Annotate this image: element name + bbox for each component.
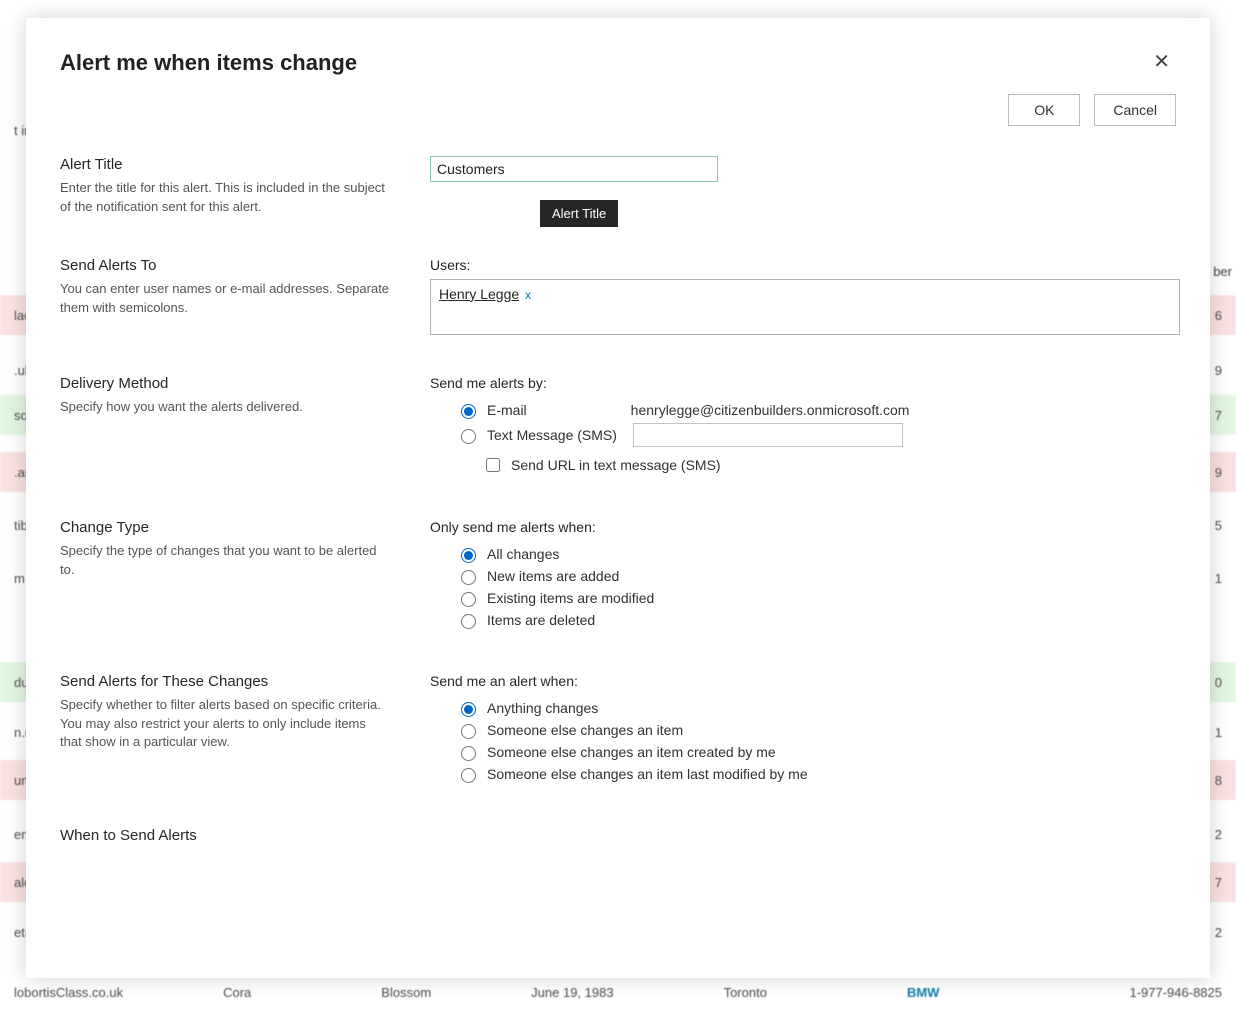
cr-any-label: Anything changes bbox=[487, 700, 598, 716]
change-type-heading: Change Type bbox=[60, 519, 390, 536]
dialog-title: Alert me when items change bbox=[60, 50, 357, 76]
cr-else-label: Someone else changes an item bbox=[487, 722, 683, 738]
change-type-label: Only send me alerts when: bbox=[430, 519, 1180, 535]
section-when: When to Send Alerts bbox=[60, 817, 1180, 930]
ct-del-radio[interactable] bbox=[461, 614, 476, 629]
users-label: Users: bbox=[430, 257, 1180, 273]
cancel-button[interactable]: Cancel bbox=[1094, 94, 1176, 126]
section-send-to: Send Alerts To You can enter user names … bbox=[60, 247, 1180, 365]
section-change-type: Change Type Specify the type of changes … bbox=[60, 509, 1180, 663]
alert-title-input[interactable] bbox=[430, 156, 718, 182]
criteria-desc: Specify whether to filter alerts based o… bbox=[60, 696, 390, 753]
bg-header-frag: ber bbox=[1213, 264, 1232, 279]
change-type-desc: Specify the type of changes that you wan… bbox=[60, 542, 390, 580]
alert-title-tooltip: Alert Title bbox=[540, 200, 618, 227]
delivery-label: Send me alerts by: bbox=[430, 375, 1180, 391]
bg-footer-row: lobortisClass.co.uk Cora Blossom June 19… bbox=[0, 972, 1236, 1012]
cr-else-modified-label: Someone else changes an item last modifi… bbox=[487, 766, 808, 782]
email-address: henrylegge@citizenbuilders.onmicrosoft.c… bbox=[631, 402, 910, 418]
send-to-desc: You can enter user names or e-mail addre… bbox=[60, 280, 390, 318]
delivery-desc: Specify how you want the alerts delivere… bbox=[60, 398, 390, 417]
ct-new-label: New items are added bbox=[487, 568, 619, 584]
section-alert-title: Alert Title Enter the title for this ale… bbox=[60, 146, 1180, 247]
delivery-heading: Delivery Method bbox=[60, 375, 390, 392]
email-option-label: E-mail bbox=[487, 402, 527, 418]
send-url-checkbox[interactable] bbox=[486, 458, 500, 472]
send-url-label: Send URL in text message (SMS) bbox=[511, 457, 721, 473]
ct-all-radio[interactable] bbox=[461, 548, 476, 563]
criteria-heading: Send Alerts for These Changes bbox=[60, 673, 390, 690]
alert-dialog: Alert me when items change ✕ OK Cancel A… bbox=[26, 18, 1210, 978]
ok-button[interactable]: OK bbox=[1008, 94, 1080, 126]
when-heading: When to Send Alerts bbox=[60, 827, 390, 844]
sms-number-input[interactable] bbox=[633, 423, 903, 447]
users-input[interactable]: Henry Legge x bbox=[430, 279, 1180, 335]
sms-radio[interactable] bbox=[461, 429, 476, 444]
ct-mod-radio[interactable] bbox=[461, 592, 476, 607]
cr-else-created-label: Someone else changes an item created by … bbox=[487, 744, 776, 760]
cr-else-created-radio[interactable] bbox=[461, 746, 476, 761]
user-chip-name[interactable]: Henry Legge bbox=[439, 286, 519, 302]
criteria-label: Send me an alert when: bbox=[430, 673, 1180, 689]
cr-any-radio[interactable] bbox=[461, 702, 476, 717]
cr-else-radio[interactable] bbox=[461, 724, 476, 739]
remove-user-icon[interactable]: x bbox=[523, 288, 531, 302]
cr-else-modified-radio[interactable] bbox=[461, 768, 476, 783]
dialog-actions: OK Cancel bbox=[60, 90, 1180, 146]
ct-new-radio[interactable] bbox=[461, 570, 476, 585]
dialog-scroll-area[interactable]: OK Cancel Alert Title Enter the title fo… bbox=[60, 90, 1200, 960]
alert-title-desc: Enter the title for this alert. This is … bbox=[60, 179, 390, 217]
email-radio[interactable] bbox=[461, 404, 476, 419]
ct-del-label: Items are deleted bbox=[487, 612, 595, 628]
section-criteria: Send Alerts for These Changes Specify wh… bbox=[60, 663, 1180, 817]
ct-mod-label: Existing items are modified bbox=[487, 590, 654, 606]
section-delivery: Delivery Method Specify how you want the… bbox=[60, 365, 1180, 509]
ct-all-label: All changes bbox=[487, 546, 559, 562]
send-to-heading: Send Alerts To bbox=[60, 257, 390, 274]
close-icon[interactable]: ✕ bbox=[1147, 50, 1176, 74]
alert-title-heading: Alert Title bbox=[60, 156, 390, 173]
sms-option-label: Text Message (SMS) bbox=[487, 427, 617, 443]
